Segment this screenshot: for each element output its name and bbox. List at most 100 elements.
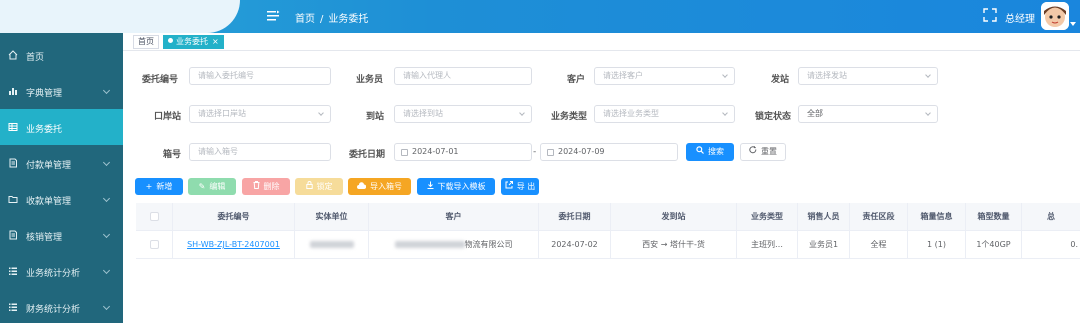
sidebar: 首页 字典管理 业务委托 付款单管理 收款单管理 核销管理 业务统计分析 财务统… — [0, 33, 123, 323]
column-header[interactable]: 实体单位 — [295, 203, 369, 231]
arrival-placeholder: 请选择到站 — [403, 109, 443, 118]
export-button[interactable]: 导 出 — [501, 178, 539, 195]
reset-label: 重置 — [761, 147, 777, 156]
chevron-down-icon — [102, 86, 111, 95]
sidebar-item-label: 财务统计分析 — [26, 305, 81, 315]
port-select[interactable]: 请选择口岸站 — [189, 105, 331, 123]
box-type-qty-cell: 1个40GP — [966, 231, 1022, 259]
column-header[interactable]: 总 — [1022, 203, 1080, 231]
customer-select[interactable]: 请选择客户 — [594, 67, 735, 85]
reset-button[interactable]: 重置 — [740, 143, 786, 161]
biz-type-label: 业务类型 — [550, 112, 587, 122]
export-icon — [505, 178, 513, 195]
edit-button[interactable]: ✎ 编辑 — [188, 178, 236, 195]
salesman-input[interactable]: 请输入代理人 — [394, 67, 532, 85]
select-all-checkbox-cell — [136, 203, 173, 231]
user-menu-caret-icon[interactable] — [1070, 22, 1076, 26]
lock-button[interactable]: 锁定 — [295, 178, 343, 195]
sidebar-item-receipt[interactable]: 收款单管理 — [0, 181, 123, 217]
biz-type-placeholder: 请选择业务类型 — [603, 109, 659, 118]
column-header[interactable]: 业务类型 — [737, 203, 798, 231]
sidebar-item-business-stats[interactable]: 业务统计分析 — [0, 253, 123, 289]
salesman-label: 业务员 — [355, 75, 383, 85]
table-row[interactable]: SH-WB-ZJL-BT-2407001 物流有限公司 2024-07-02 西… — [136, 231, 1080, 259]
import-box-button[interactable]: 导入箱号 — [348, 178, 411, 195]
entrust-date-start[interactable]: 2024-07-01 — [394, 143, 532, 161]
main-content: 委托编号 请输入委托编号 业务员 请输入代理人 客户 请选择客户 发站 请选择发… — [123, 51, 1080, 323]
box-info-cell: 1 (1) — [908, 231, 966, 259]
sidebar-item-label: 首页 — [26, 53, 45, 63]
username[interactable]: 总经理 — [1005, 10, 1035, 25]
breadcrumb-home[interactable]: 首页 — [295, 14, 315, 25]
download-template-button[interactable]: 下载导入模板 — [417, 178, 495, 195]
add-button[interactable]: + 新增 — [135, 178, 183, 195]
customer-cell: 物流有限公司 — [369, 231, 539, 259]
logo-area — [0, 0, 240, 33]
arrival-select[interactable]: 请选择到站 — [394, 105, 532, 123]
biz-type-select[interactable]: 请选择业务类型 — [594, 105, 735, 123]
folder-icon — [8, 194, 18, 204]
departure-placeholder: 请选择发站 — [807, 71, 847, 80]
entrust-date-end[interactable]: 2024-07-09 — [540, 143, 678, 161]
column-header[interactable]: 委托日期 — [539, 203, 611, 231]
menu-toggle-icon[interactable] — [266, 9, 280, 23]
row-checkbox[interactable] — [149, 240, 159, 249]
column-header[interactable]: 客户 — [369, 203, 539, 231]
cloud-upload-icon — [357, 178, 367, 195]
column-header[interactable]: 委托编号 — [173, 203, 295, 231]
column-header[interactable]: 发到站 — [611, 203, 737, 231]
sales-cell: 业务员1 — [798, 231, 850, 259]
sidebar-item-dictionary[interactable]: 字典管理 — [0, 73, 123, 109]
active-dot-icon — [168, 38, 173, 43]
select-all-checkbox[interactable] — [149, 212, 159, 221]
search-button[interactable]: 搜索 — [686, 143, 734, 161]
sidebar-item-writeoff[interactable]: 核销管理 — [0, 217, 123, 253]
sidebar-item-label: 业务委托 — [26, 125, 63, 135]
avatar[interactable] — [1041, 2, 1069, 30]
tags-view: 首页 业务委托 × — [123, 33, 1080, 51]
chevron-down-icon — [722, 72, 728, 78]
column-header[interactable]: 箱量信息 — [908, 203, 966, 231]
customer-placeholder: 请选择客户 — [603, 71, 643, 80]
column-header[interactable]: 责任区段 — [850, 203, 908, 231]
import-box-label: 导入箱号 — [370, 182, 402, 191]
departure-select[interactable]: 请选择发站 — [798, 67, 938, 85]
fullscreen-icon[interactable] — [983, 8, 997, 22]
export-label: 导 出 — [516, 182, 536, 191]
chevron-down-icon — [102, 266, 111, 275]
chevron-down-icon — [102, 302, 111, 311]
calendar-icon — [547, 149, 554, 156]
search-label: 搜索 — [708, 147, 724, 156]
port-placeholder: 请选择口岸站 — [198, 109, 246, 118]
customer-label: 客户 — [566, 75, 585, 85]
chevron-down-icon — [519, 110, 525, 116]
tab-home[interactable]: 首页 — [133, 35, 159, 49]
column-header[interactable]: 销售人员 — [798, 203, 850, 231]
sidebar-item-label: 付款单管理 — [26, 161, 72, 171]
sidebar-item-home[interactable]: 首页 — [0, 37, 123, 73]
refresh-icon — [749, 144, 757, 160]
biz-type-cell: 主班列… — [737, 231, 798, 259]
column-header[interactable]: 箱型数量 — [966, 203, 1022, 231]
sidebar-item-entrust[interactable]: 业务委托 — [0, 109, 123, 145]
delete-button[interactable]: 删除 — [242, 178, 290, 195]
bar-chart-icon — [8, 86, 18, 96]
start-date-value: 2024-07-01 — [412, 147, 459, 156]
breadcrumb-separator: / — [320, 14, 324, 25]
sidebar-item-finance-stats[interactable]: 财务统计分析 — [0, 289, 123, 323]
lock-status-select[interactable]: 全部 — [798, 105, 938, 123]
tab-entrust[interactable]: 业务委托 × — [163, 35, 224, 49]
section-cell: 全程 — [850, 231, 908, 259]
sidebar-item-payment[interactable]: 付款单管理 — [0, 145, 123, 181]
entrust-no-input[interactable]: 请输入委托编号 — [189, 67, 331, 85]
port-label: 口岸站 — [153, 112, 181, 122]
close-icon[interactable]: × — [212, 37, 219, 46]
box-no-input[interactable]: 请输入箱号 — [189, 143, 331, 161]
sidebar-item-label: 业务统计分析 — [26, 269, 81, 279]
edit-icon: ✎ — [198, 182, 206, 191]
sidebar-item-label: 收款单管理 — [26, 197, 72, 207]
end-date-value: 2024-07-09 — [558, 147, 605, 156]
entrust-no-link[interactable]: SH-WB-ZJL-BT-2407001 — [187, 240, 280, 249]
calendar-icon — [401, 149, 408, 156]
redacted-customer — [394, 241, 465, 248]
